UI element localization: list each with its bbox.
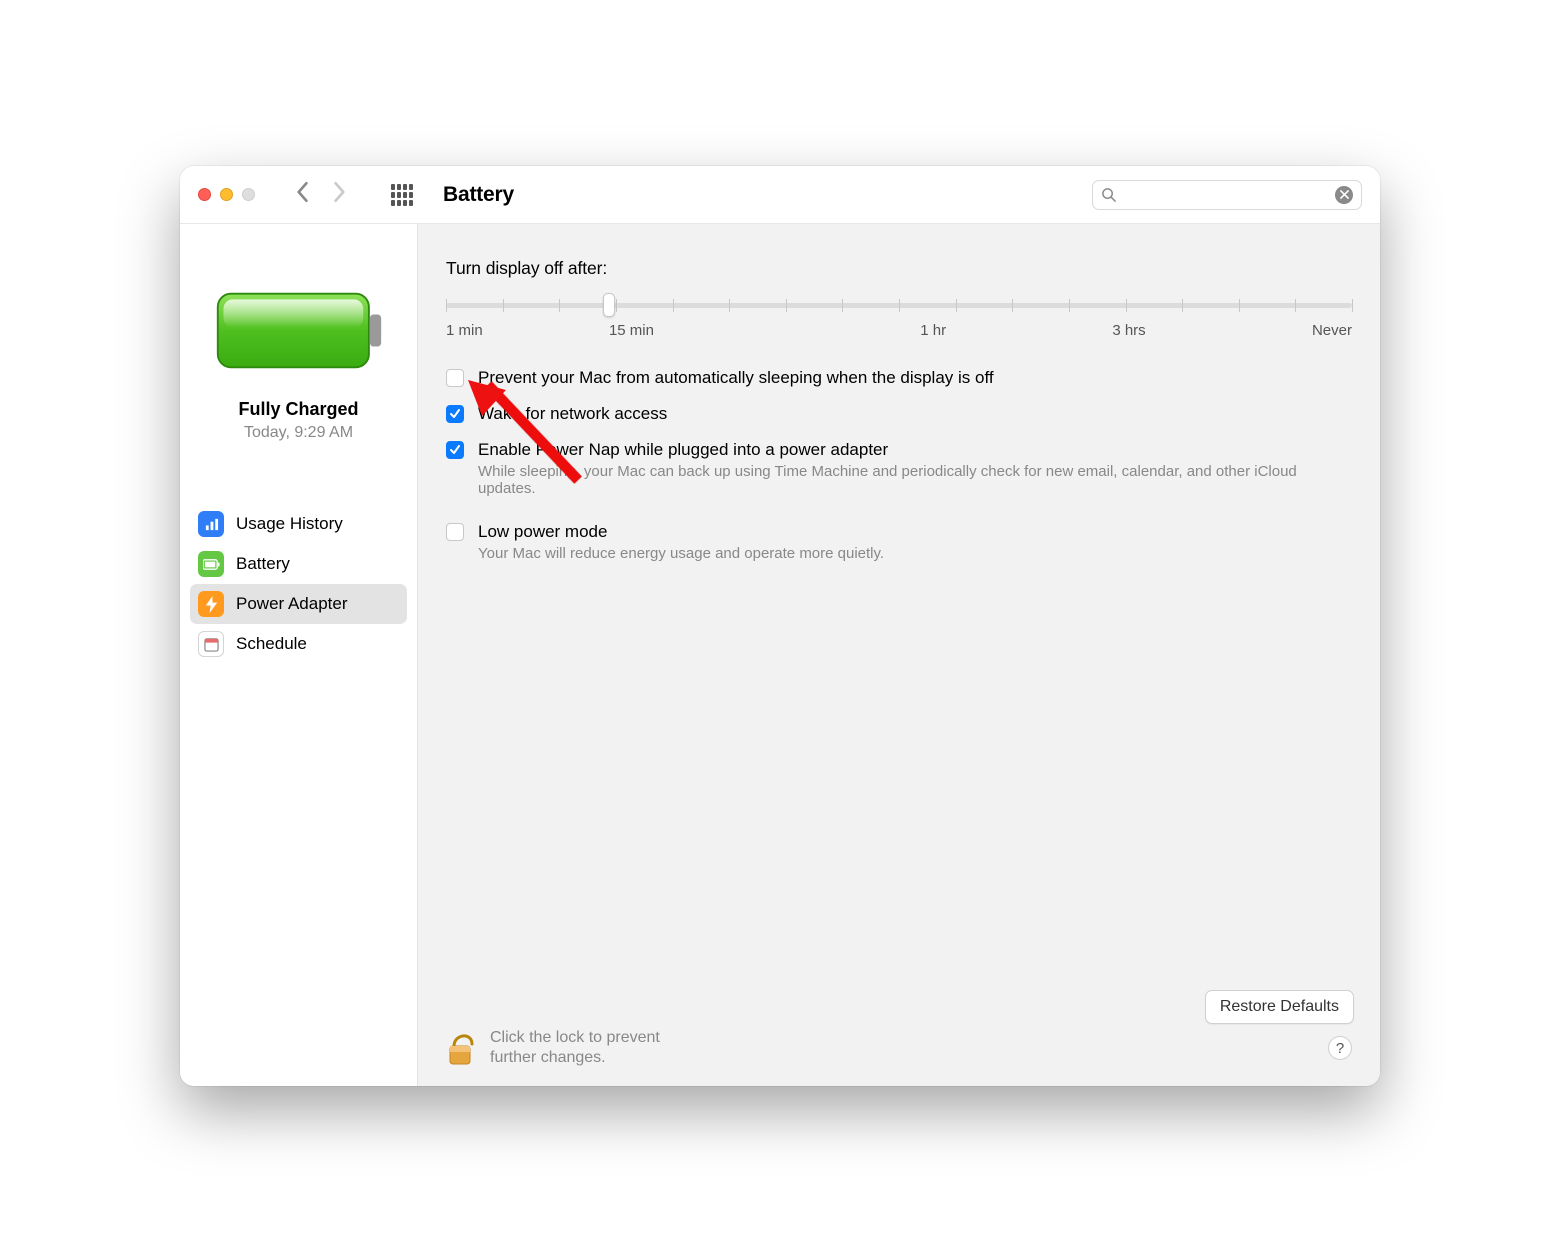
option-label: Wake for network access: [478, 403, 667, 425]
lock-icon[interactable]: [446, 1028, 476, 1068]
search-field[interactable]: [1092, 180, 1362, 210]
slider-label: Turn display off after:: [446, 258, 1352, 279]
checkbox-power-nap[interactable]: [446, 441, 464, 459]
lock-text: Click the lock to prevent further change…: [490, 1028, 710, 1068]
minimize-window-button[interactable]: [220, 188, 233, 201]
close-window-button[interactable]: [198, 188, 211, 201]
slider-label-15min: 15 min: [609, 322, 654, 339]
clear-search-button[interactable]: [1335, 186, 1353, 204]
sidebar-menu: Usage History Battery Power Adapter: [180, 504, 417, 664]
preferences-window: Battery: [180, 166, 1380, 1086]
sidebar: Fully Charged Today, 9:29 AM Usage Histo…: [180, 224, 418, 1086]
back-button[interactable]: [293, 181, 311, 208]
option-description: Your Mac will reduce energy usage and op…: [478, 545, 884, 562]
search-icon: [1101, 187, 1116, 202]
content: Fully Charged Today, 9:29 AM Usage Histo…: [180, 224, 1380, 1086]
option-power-nap: Enable Power Nap while plugged into a po…: [446, 439, 1352, 497]
display-off-slider[interactable]: 1 min 15 min 1 hr 3 hrs Never: [446, 295, 1352, 339]
check-icon: [449, 408, 461, 420]
titlebar: Battery: [180, 166, 1380, 224]
nav-arrows: [293, 181, 349, 208]
slider-label-never: Never: [1312, 322, 1352, 339]
option-prevent-sleep: Prevent your Mac from automatically slee…: [446, 367, 1352, 389]
slider-tick-labels: 1 min 15 min 1 hr 3 hrs Never: [446, 322, 1352, 339]
sidebar-item-label: Power Adapter: [236, 594, 348, 614]
chevron-right-icon: [331, 181, 349, 203]
checkbox-wake-network[interactable]: [446, 405, 464, 423]
chevron-left-icon: [293, 181, 311, 203]
slider-thumb[interactable]: [603, 293, 615, 317]
help-button[interactable]: ?: [1328, 1036, 1352, 1060]
slider-label-1min: 1 min: [446, 322, 483, 339]
disabled-zoom-button: [242, 188, 255, 201]
sidebar-item-usage-history[interactable]: Usage History: [190, 504, 407, 544]
sidebar-item-power-adapter[interactable]: Power Adapter: [190, 584, 407, 624]
checkbox-prevent-sleep[interactable]: [446, 369, 464, 387]
calendar-icon: [198, 631, 224, 657]
bolt-icon: [198, 591, 224, 617]
x-icon: [1340, 190, 1349, 199]
slider-track: [446, 303, 1352, 308]
option-wake-network: Wake for network access: [446, 403, 1352, 425]
sidebar-item-label: Usage History: [236, 514, 343, 534]
main-panel: Turn display off after:: [418, 224, 1380, 1086]
sidebar-item-label: Battery: [236, 554, 290, 574]
window-controls: [198, 188, 255, 201]
option-description: While sleeping, your Mac can back up usi…: [478, 463, 1352, 497]
show-all-button[interactable]: [391, 184, 413, 206]
option-label: Enable Power Nap while plugged into a po…: [478, 439, 1352, 461]
option-low-power: Low power mode Your Mac will reduce ener…: [446, 521, 1352, 562]
sidebar-item-battery[interactable]: Battery: [190, 544, 407, 584]
forward-button[interactable]: [331, 181, 349, 208]
slider-label-3hrs: 3 hrs: [1112, 322, 1145, 339]
battery-status-title: Fully Charged: [238, 399, 358, 420]
grid-icon: [391, 184, 413, 206]
option-label: Prevent your Mac from automatically slee…: [478, 367, 994, 389]
options-list: Prevent your Mac from automatically slee…: [446, 367, 1352, 562]
sidebar-item-schedule[interactable]: Schedule: [190, 624, 407, 664]
slider-label-1hr: 1 hr: [920, 322, 946, 339]
window-title: Battery: [443, 183, 514, 207]
battery-icon: [214, 288, 384, 373]
sidebar-item-label: Schedule: [236, 634, 307, 654]
option-label: Low power mode: [478, 521, 884, 543]
check-icon: [449, 444, 461, 456]
restore-defaults-button[interactable]: Restore Defaults: [1205, 990, 1354, 1024]
checkbox-low-power[interactable]: [446, 523, 464, 541]
battery-status-time: Today, 9:29 AM: [244, 424, 353, 442]
battery-small-icon: [198, 551, 224, 577]
chart-icon: [198, 511, 224, 537]
battery-status: Fully Charged Today, 9:29 AM: [180, 224, 417, 442]
